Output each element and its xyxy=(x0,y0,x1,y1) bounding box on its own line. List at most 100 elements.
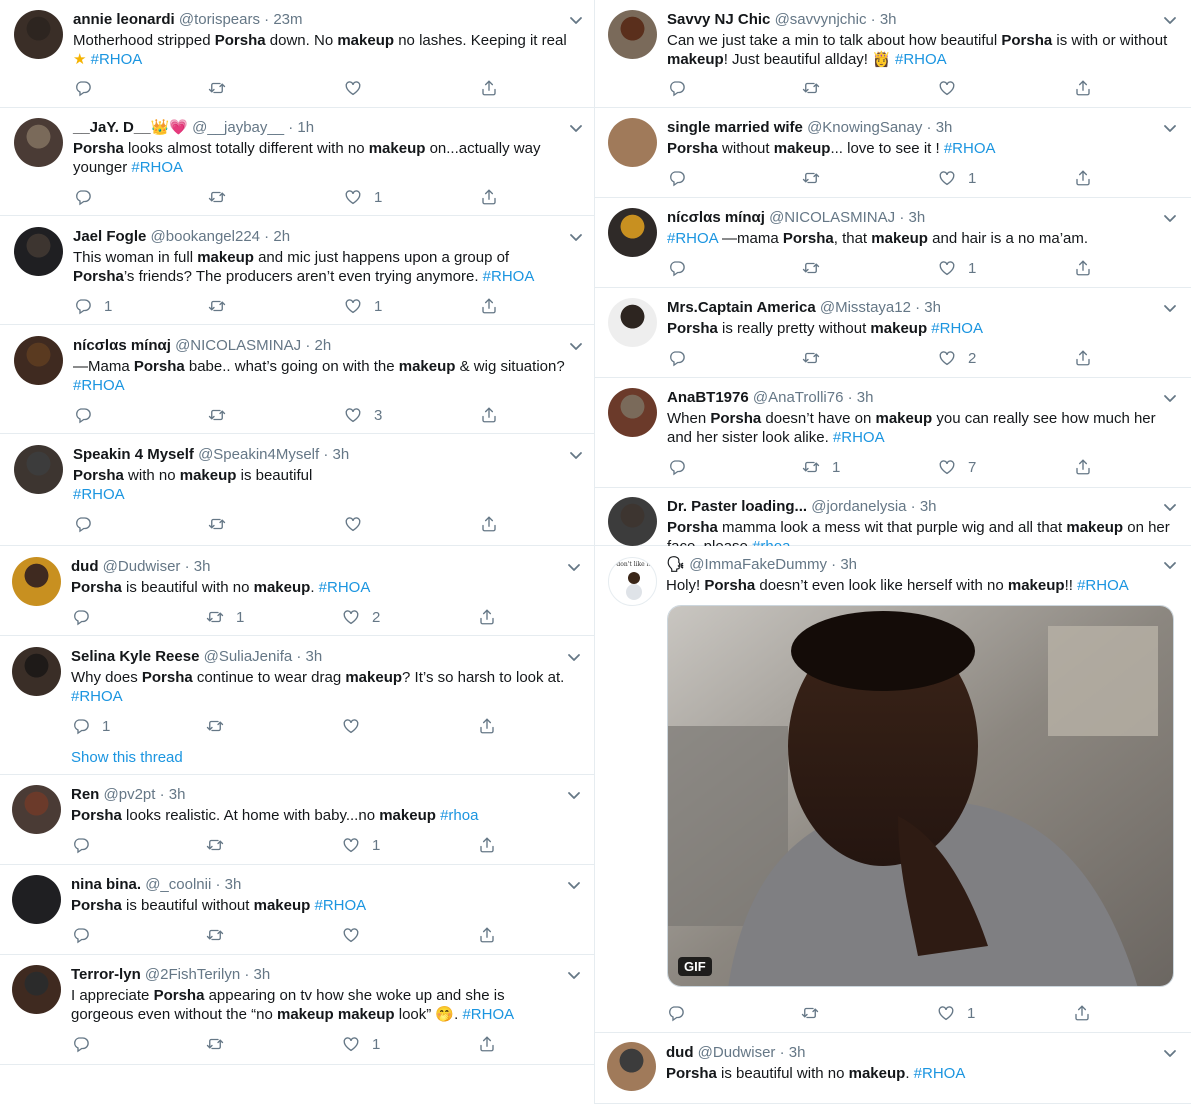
retweet-button[interactable] xyxy=(206,1034,236,1054)
reply-button[interactable] xyxy=(74,187,104,207)
chevron-down-icon[interactable] xyxy=(564,875,584,895)
user-avatar[interactable] xyxy=(14,227,63,276)
retweet-button[interactable] xyxy=(801,1003,831,1023)
user-handle[interactable]: @Dudwiser xyxy=(698,1044,776,1061)
retweet-button[interactable]: 1 xyxy=(802,457,840,477)
retweet-button[interactable] xyxy=(802,78,832,98)
hashtag-link[interactable]: #RHOA xyxy=(91,51,143,68)
timestamp[interactable]: 3h xyxy=(306,648,323,665)
user-avatar[interactable] xyxy=(608,10,657,59)
user-handle[interactable]: @KnowingSanay xyxy=(807,119,922,136)
user-handle[interactable]: @SuliaJenifa xyxy=(204,648,293,665)
hashtag-link[interactable]: #RHOA xyxy=(462,1006,514,1023)
retweet-button[interactable] xyxy=(206,925,236,945)
hashtag-link[interactable]: #rhoa xyxy=(440,807,478,824)
user-handle[interactable]: @AnaTrolli76 xyxy=(753,389,844,406)
share-button[interactable] xyxy=(1074,78,1092,98)
gif-media[interactable]: GIF xyxy=(667,605,1174,987)
display-name[interactable]: 🗣 xyxy=(666,556,685,573)
user-handle[interactable]: @bookangel224 xyxy=(151,228,260,245)
share-button[interactable] xyxy=(480,514,498,534)
reply-button[interactable] xyxy=(668,78,698,98)
reply-button[interactable] xyxy=(667,1003,697,1023)
retweet-button[interactable] xyxy=(206,835,236,855)
reply-button[interactable] xyxy=(72,607,102,627)
display-name[interactable]: nícσlαs mínαj xyxy=(667,209,765,226)
user-avatar[interactable] xyxy=(12,875,61,924)
share-button[interactable] xyxy=(1074,457,1092,477)
hashtag-link[interactable]: #RHOA xyxy=(319,579,371,596)
display-name[interactable]: Dr. Paster loading... xyxy=(667,498,807,515)
timestamp[interactable]: 3h xyxy=(880,11,897,28)
reply-button[interactable]: 1 xyxy=(72,716,110,736)
display-name[interactable]: nícσlαs mínαj xyxy=(73,337,171,354)
user-avatar[interactable] xyxy=(12,557,61,606)
chevron-down-icon[interactable] xyxy=(1160,118,1180,138)
user-avatar[interactable] xyxy=(608,208,657,257)
timestamp[interactable]: 3h xyxy=(333,446,350,463)
hashtag-link[interactable]: #RHOA xyxy=(73,377,125,394)
user-avatar[interactable] xyxy=(607,1042,656,1091)
user-handle[interactable]: @__jaybay__ xyxy=(192,119,284,136)
chevron-down-icon[interactable] xyxy=(564,965,584,985)
user-handle[interactable]: @Dudwiser xyxy=(103,558,181,575)
hashtag-link[interactable]: #rhoa xyxy=(752,538,790,546)
hashtag-link[interactable]: #RHOA xyxy=(667,230,718,247)
user-handle[interactable]: @Speakin4Myself xyxy=(198,446,319,463)
retweet-button[interactable] xyxy=(802,168,832,188)
user-handle[interactable]: @ImmaFakeDummy xyxy=(689,556,827,573)
hashtag-link[interactable]: #RHOA xyxy=(314,897,366,914)
timestamp[interactable]: 3h xyxy=(169,786,186,803)
reply-button[interactable] xyxy=(72,835,102,855)
user-avatar[interactable] xyxy=(608,388,657,437)
display-name[interactable]: Selina Kyle Reese xyxy=(71,648,199,665)
share-button[interactable] xyxy=(1073,1003,1091,1023)
like-button[interactable]: 2 xyxy=(938,348,976,368)
like-button[interactable] xyxy=(342,716,372,736)
timestamp[interactable]: 3h xyxy=(920,498,937,515)
chevron-down-icon[interactable] xyxy=(564,557,584,577)
share-button[interactable] xyxy=(480,405,498,425)
hashtag-link[interactable]: #RHOA xyxy=(833,429,885,446)
display-name[interactable]: Ren xyxy=(71,786,99,803)
hashtag-link[interactable]: #RHOA xyxy=(944,140,996,157)
display-name[interactable]: single married wife xyxy=(667,119,803,136)
user-handle[interactable]: @pv2pt xyxy=(104,786,156,803)
chevron-down-icon[interactable] xyxy=(1160,497,1180,517)
user-avatar[interactable] xyxy=(12,647,61,696)
user-avatar[interactable] xyxy=(608,497,657,546)
share-button[interactable] xyxy=(478,607,496,627)
chevron-down-icon[interactable] xyxy=(1160,10,1180,30)
timestamp[interactable]: 1h xyxy=(297,119,314,136)
retweet-button[interactable] xyxy=(802,348,832,368)
user-handle[interactable]: @torispears xyxy=(179,11,260,28)
display-name[interactable]: nina bina. xyxy=(71,876,141,893)
retweet-button[interactable] xyxy=(208,187,238,207)
chevron-down-icon[interactable] xyxy=(566,118,586,138)
reply-button[interactable] xyxy=(668,168,698,188)
display-name[interactable]: dud xyxy=(666,1044,694,1061)
chevron-down-icon[interactable] xyxy=(564,647,584,667)
retweet-button[interactable] xyxy=(208,78,238,98)
reply-button[interactable] xyxy=(72,925,102,945)
share-button[interactable] xyxy=(1074,348,1092,368)
like-button[interactable]: 1 xyxy=(344,296,382,316)
user-avatar[interactable] xyxy=(608,118,657,167)
chevron-down-icon[interactable] xyxy=(1160,208,1180,228)
user-handle[interactable]: @2FishTerilyn xyxy=(145,966,240,983)
show-thread-link[interactable]: Show this thread xyxy=(71,749,183,766)
display-name[interactable]: dud xyxy=(71,558,99,575)
share-button[interactable] xyxy=(478,716,496,736)
timestamp[interactable]: 3h xyxy=(254,966,271,983)
reply-button[interactable] xyxy=(668,348,698,368)
chevron-down-icon[interactable] xyxy=(566,445,586,465)
like-button[interactable]: 2 xyxy=(342,607,380,627)
user-avatar[interactable] xyxy=(14,445,63,494)
retweet-button[interactable] xyxy=(208,405,238,425)
hashtag-link[interactable]: #RHOA xyxy=(914,1065,966,1082)
reply-button[interactable] xyxy=(74,405,104,425)
display-name[interactable]: __JaY. D__ xyxy=(73,119,151,136)
reply-button[interactable] xyxy=(668,258,698,278)
user-avatar[interactable] xyxy=(12,785,61,834)
chevron-down-icon[interactable] xyxy=(566,227,586,247)
